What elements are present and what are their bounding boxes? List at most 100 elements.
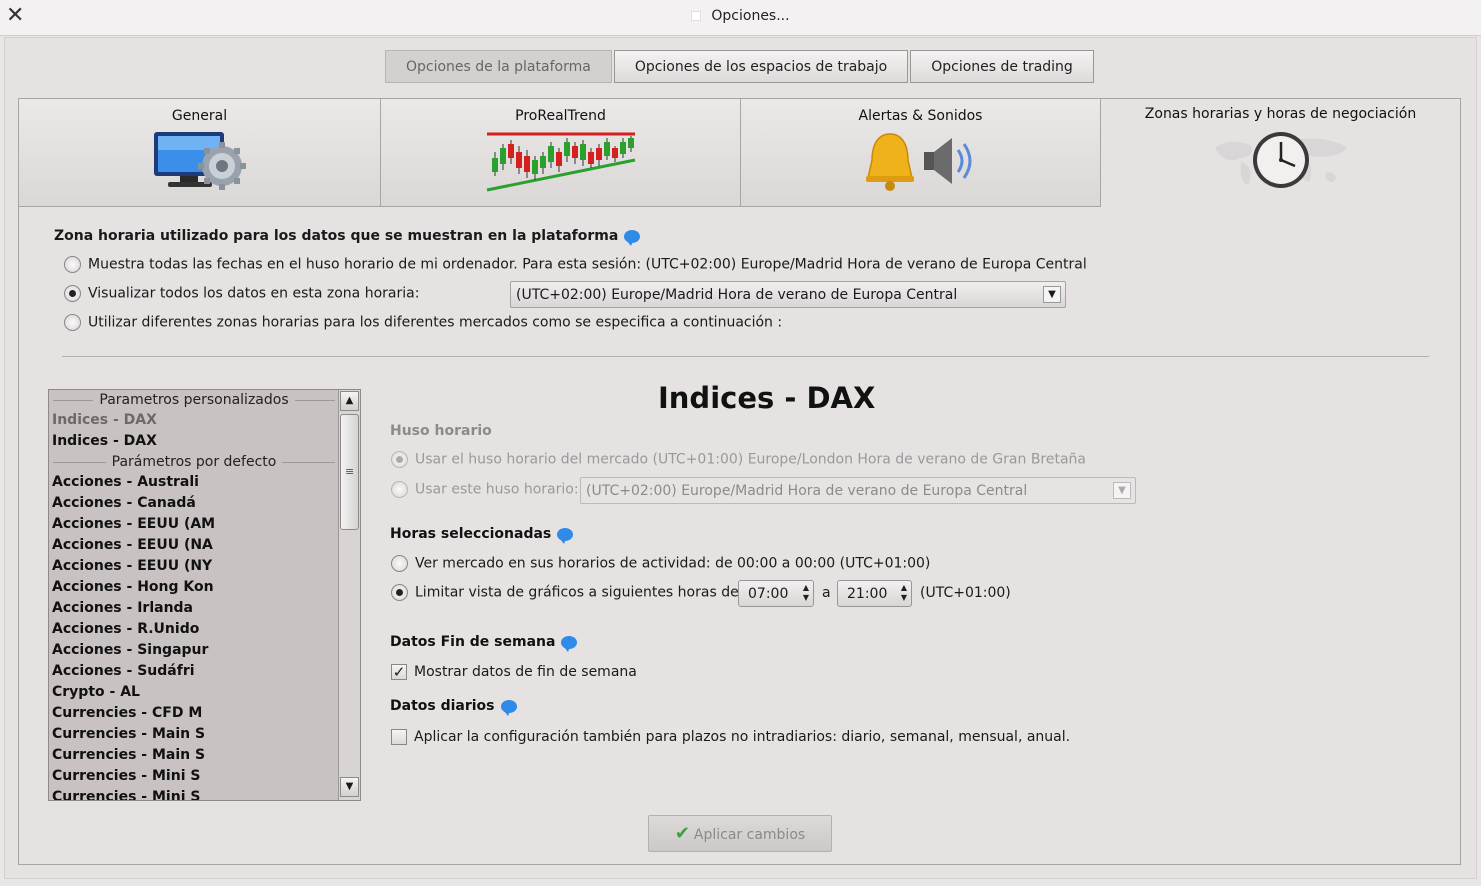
hour-from-spinner[interactable]: 07:00 ▲ ▼ [738, 580, 814, 607]
info-bubble-icon[interactable] [557, 527, 574, 544]
daily-checkbox-label: Aplicar la configuración también para pl… [414, 729, 1071, 745]
tab-prorealtrend[interactable]: ProRealTrend [380, 98, 741, 207]
scroll-up-icon[interactable]: ▲ [340, 391, 359, 411]
list-item[interactable]: Acciones - EEUU (NA [49, 535, 339, 556]
weekend-checkbox-label: Mostrar datos de fin de semana [414, 664, 637, 680]
apply-changes-button[interactable]: ✔ Aplicar cambios [648, 815, 832, 852]
chevron-down-icon[interactable]: ▼ [1113, 482, 1131, 499]
timezone-select[interactable]: (UTC+02:00) Europe/Madrid Hora de verano… [510, 281, 1066, 308]
radio-button[interactable] [391, 451, 408, 468]
checkbox-unchecked-icon[interactable] [391, 729, 407, 745]
window-title-wrap: Opciones... [0, 8, 1481, 24]
huso-select-value: (UTC+02:00) Europe/Madrid Hora de verano… [586, 483, 1028, 499]
list-item[interactable]: Currencies - CFD M [49, 703, 339, 724]
radio-button[interactable] [391, 584, 408, 601]
tab-alerts-sounds-label: Alertas & Sonidos [858, 108, 983, 124]
market-list-scrollbar[interactable]: ▲ ≡ ▼ [338, 390, 360, 800]
computer-gear-icon [153, 132, 246, 190]
chevron-down-icon[interactable]: ▼ [1043, 286, 1061, 303]
tab-prorealtrend-label: ProRealTrend [515, 108, 606, 124]
radio-button[interactable] [64, 285, 81, 302]
info-bubble-icon[interactable] [624, 229, 641, 246]
horas-option-activity-label: Ver mercado en sus horarios de actividad… [415, 555, 931, 572]
list-item[interactable]: Indices - DAX [49, 431, 339, 452]
list-header-custom-label: Parametros personalizados [93, 392, 295, 408]
timezone-option-computer[interactable]: Muestra todas las fechas en el huso hora… [64, 256, 1087, 273]
radio-button[interactable] [64, 314, 81, 331]
huso-option-market[interactable]: Usar el huso horario del mercado (UTC+01… [391, 451, 1086, 468]
category-tab-bar: General ProRealTrend Alertas & Sonidos Z… [18, 98, 1461, 208]
tab-general-label: General [171, 108, 228, 124]
weekend-heading: Datos Fin de semana [390, 634, 556, 650]
huso-option-custom[interactable]: Usar este huso horario: [391, 481, 579, 498]
horas-option-limit[interactable]: Limitar vista de gráficos a siguientes h… [391, 584, 739, 601]
hour-to-value: 21:00 [847, 586, 888, 602]
candlestick-trend-icon [486, 132, 635, 192]
scroll-thumb[interactable]: ≡ [340, 414, 359, 530]
huso-option-market-label: Usar el huso horario del mercado (UTC+01… [415, 451, 1087, 468]
info-bubble-icon[interactable] [500, 699, 517, 716]
spinner-arrows-icon[interactable]: ▲ ▼ [901, 583, 907, 603]
grip-icon: ≡ [345, 465, 355, 478]
horas-option-limit-label: Limitar vista de gráficos a siguientes h… [415, 584, 739, 601]
tab-alerts-sounds[interactable]: Alertas & Sonidos [740, 98, 1101, 207]
list-item[interactable]: Currencies - Mini S [49, 766, 339, 787]
list-item[interactable]: Acciones - R.Unido [49, 619, 339, 640]
divider [62, 356, 1429, 357]
list-item[interactable]: Currencies - Main S [49, 724, 339, 745]
list-item[interactable]: Acciones - Singapur [49, 640, 339, 661]
bell-speaker-icon [865, 133, 971, 191]
list-item[interactable]: Currencies - Mini S [49, 787, 339, 800]
tab-timezones-label: Zonas horarias y horas de negociación [1144, 106, 1417, 122]
list-item[interactable]: Acciones - Irlanda [49, 598, 339, 619]
timezone-option-computer-label: Muestra todas las fechas en el huso hora… [88, 256, 1087, 273]
checkbox-checked-icon[interactable]: ✓ [391, 664, 407, 680]
info-bubble-icon[interactable] [561, 635, 578, 652]
list-header-custom: Parametros personalizados [49, 390, 339, 410]
hour-separator: a [822, 585, 831, 601]
market-list[interactable]: Parametros personalizados Indices - DAX … [48, 389, 361, 801]
timezone-select-value: (UTC+02:00) Europe/Madrid Hora de verano… [516, 287, 958, 303]
radio-button[interactable] [391, 555, 408, 572]
list-item[interactable]: Acciones - Canadá [49, 493, 339, 514]
huso-horario-heading: Huso horario [390, 423, 492, 439]
horas-heading-row: Horas seleccionadas [390, 526, 574, 544]
list-item[interactable]: Acciones - Hong Kon [49, 577, 339, 598]
spinner-arrows-icon[interactable]: ▲ ▼ [803, 583, 809, 603]
hour-to-spinner[interactable]: 21:00 ▲ ▼ [837, 580, 912, 607]
horas-heading: Horas seleccionadas [390, 526, 552, 542]
market-list-content: Parametros personalizados Indices - DAX … [49, 390, 339, 800]
huso-option-custom-label: Usar este huso horario: [415, 481, 579, 498]
top-tab-bar: Opciones de la plataforma Opciones de lo… [385, 50, 1096, 83]
tab-general[interactable]: General [18, 98, 381, 207]
daily-heading-row: Datos diarios [390, 698, 517, 716]
tab-trading-options[interactable]: Opciones de trading [910, 50, 1094, 83]
daily-checkbox-row[interactable]: Aplicar la configuración también para pl… [391, 729, 1070, 745]
hour-from-value: 07:00 [748, 586, 789, 602]
apply-changes-label: Aplicar cambios [693, 827, 806, 843]
huso-select[interactable]: (UTC+02:00) Europe/Madrid Hora de verano… [580, 477, 1136, 504]
list-item[interactable]: Acciones - Australi [49, 472, 339, 493]
timezone-option-per-market[interactable]: Utilizar diferentes zonas horarias para … [64, 314, 782, 331]
radio-button[interactable] [64, 256, 81, 273]
list-item[interactable]: Currencies - Main S [49, 745, 339, 766]
timezone-heading-row: Zona horaria utilizado para los datos qu… [54, 228, 641, 246]
tab-workspace-options[interactable]: Opciones de los espacios de trabajo [613, 50, 909, 83]
horas-option-activity[interactable]: Ver mercado en sus horarios de actividad… [391, 555, 930, 572]
list-header-default: Parámetros por defecto [49, 452, 339, 472]
window-app-icon [691, 11, 702, 21]
tab-timezones[interactable]: Zonas horarias y horas de negociación [1100, 98, 1461, 208]
list-item[interactable]: Indices - DAX [49, 410, 339, 431]
tab-platform-options[interactable]: Opciones de la plataforma [385, 50, 612, 83]
timezone-option-fixed[interactable]: Visualizar todos los datos en esta zona … [64, 285, 419, 302]
timezone-option-per-market-label: Utilizar diferentes zonas horarias para … [88, 314, 783, 331]
list-item[interactable]: Acciones - EEUU (NY [49, 556, 339, 577]
scroll-down-icon[interactable]: ▼ [340, 777, 359, 797]
daily-heading: Datos diarios [390, 698, 495, 714]
weekend-checkbox-row[interactable]: ✓ Mostrar datos de fin de semana [391, 664, 637, 680]
window-title: Opciones... [711, 8, 790, 24]
radio-button[interactable] [391, 481, 408, 498]
list-item[interactable]: Acciones - Sudáfri [49, 661, 339, 682]
list-item[interactable]: Acciones - EEUU (AM [49, 514, 339, 535]
list-item[interactable]: Crypto - AL [49, 682, 339, 703]
